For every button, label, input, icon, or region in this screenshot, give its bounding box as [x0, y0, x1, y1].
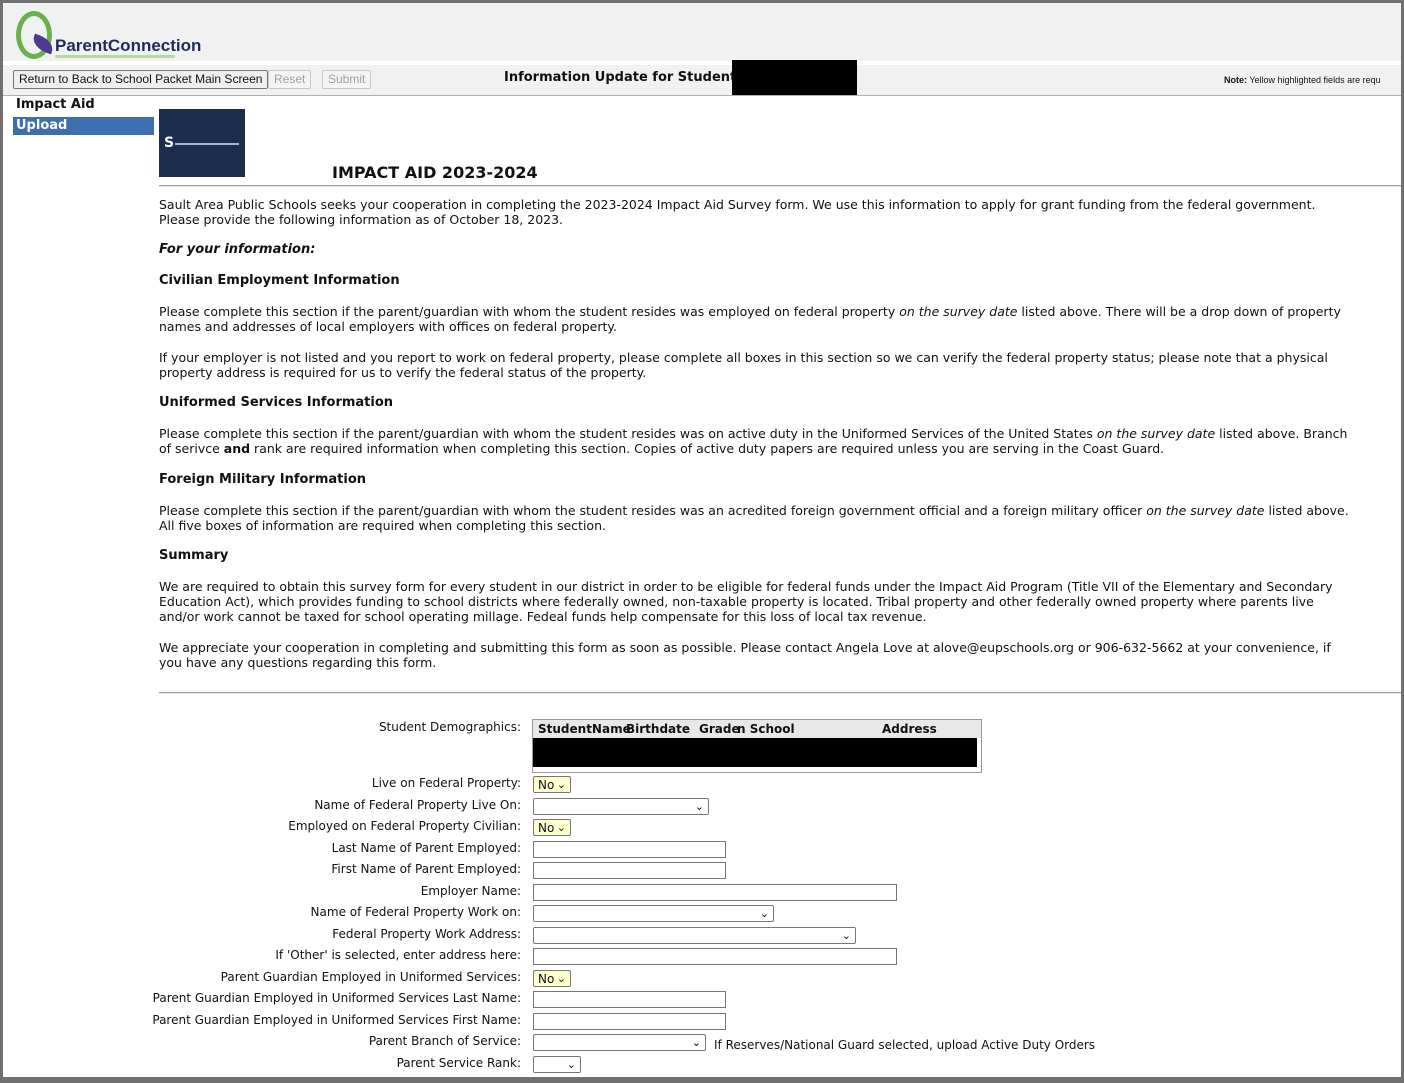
- parent-first-name-label: First Name of Parent Employed:: [331, 862, 521, 876]
- property-live-on-label: Name of Federal Property Live On:: [314, 798, 521, 812]
- property-live-on-select[interactable]: ⌄: [533, 798, 709, 815]
- demographics-header: StudentName Birthdate Grade n School Add…: [533, 720, 981, 738]
- browser-frame: ParentConnection Return to Back to Schoo…: [0, 0, 1404, 1083]
- chevron-down-icon: ⌄: [556, 821, 566, 834]
- submit-button[interactable]: Submit: [322, 70, 372, 89]
- school-logo-icon: S: [164, 135, 175, 151]
- uniformed-last-name-label: Parent Guardian Employed in Uniformed Se…: [152, 991, 521, 1005]
- civilian-paragraph-1: Please complete this section if the pare…: [159, 304, 1341, 334]
- sidebar-item-impact-aid[interactable]: Impact Aid: [13, 96, 154, 114]
- note-text: Yellow highlighted fields are requ: [1247, 75, 1381, 85]
- live-federal-select[interactable]: No ⌄: [533, 776, 571, 793]
- parent-first-name-input[interactable]: [533, 862, 726, 879]
- work-address-select[interactable]: ⌄: [533, 927, 856, 944]
- foreign-paragraph: Please complete this section if the pare…: [159, 503, 1349, 533]
- col-birthdate: Birthdate: [626, 722, 691, 736]
- work-address-label: Federal Property Work Address:: [332, 927, 521, 941]
- for-info-heading: For your information:: [159, 242, 315, 257]
- branch-of-service-select[interactable]: ⌄: [533, 1034, 706, 1051]
- summary-heading: Summary: [159, 548, 229, 563]
- employer-name-input[interactable]: [533, 884, 897, 901]
- note-label: Note:: [1224, 75, 1247, 85]
- chevron-down-icon: ⌄: [694, 800, 704, 813]
- chevron-down-icon: ⌄: [759, 907, 769, 920]
- live-federal-label: Live on Federal Property:: [371, 776, 521, 790]
- other-address-input[interactable]: [533, 948, 897, 965]
- demographics-table: StudentName Birthdate Grade n School Add…: [532, 719, 982, 773]
- uniformed-first-name-label: Parent Guardian Employed in Uniformed Se…: [152, 1013, 521, 1027]
- chevron-down-icon: ⌄: [556, 972, 566, 985]
- chevron-down-icon: ⌄: [566, 1058, 576, 1071]
- divider: [159, 185, 1401, 187]
- impact-aid-heading: IMPACT AID 2023-2024: [332, 163, 538, 182]
- service-rank-select[interactable]: ⌄: [533, 1056, 581, 1073]
- demographics-label: Student Demographics:: [378, 720, 521, 734]
- uniformed-heading: Uniformed Services Information: [159, 395, 394, 410]
- app-logo-text: ParentConnection: [55, 36, 202, 55]
- col-studentname: StudentName: [538, 722, 631, 736]
- toolbar: Return to Back to School Packet Main Scr…: [3, 60, 1401, 96]
- parent-last-name-input[interactable]: [533, 841, 726, 858]
- branch-hint: If Reserves/National Guard selected, upl…: [714, 1038, 1096, 1052]
- foreign-heading: Foreign Military Information: [159, 472, 367, 487]
- col-school: n School: [737, 722, 795, 736]
- property-work-on-select[interactable]: ⌄: [533, 905, 774, 922]
- col-grade: Grade: [699, 722, 740, 736]
- uniformed-employed-select[interactable]: No ⌄: [533, 970, 571, 987]
- summary-paragraph-1: We are required to obtain this survey fo…: [159, 579, 1333, 624]
- redacted-student-name: [732, 60, 857, 95]
- uniformed-paragraph: Please complete this section if the pare…: [159, 426, 1348, 456]
- chevron-down-icon: ⌄: [691, 1036, 701, 1049]
- property-work-on-label: Name of Federal Property Work on:: [310, 905, 521, 919]
- employed-civilian-select[interactable]: No ⌄: [533, 819, 571, 836]
- intro-text: Sault Area Public Schools seeks your coo…: [159, 197, 1316, 227]
- branch-of-service-label: Parent Branch of Service:: [368, 1034, 521, 1048]
- reset-button[interactable]: Reset: [268, 70, 312, 89]
- for-info-text: For your information:: [159, 242, 316, 257]
- service-rank-label: Parent Service Rank:: [396, 1056, 521, 1070]
- other-address-label: If 'Other' is selected, enter address he…: [275, 948, 521, 962]
- school-logo: S: [159, 109, 245, 177]
- employed-civilian-label: Employed on Federal Property Civilian:: [288, 819, 521, 833]
- chevron-down-icon: ⌄: [556, 778, 566, 791]
- return-to-main-button[interactable]: Return to Back to School Packet Main Scr…: [13, 70, 269, 89]
- civilian-paragraph-2: If your employer is not listed and you r…: [159, 350, 1328, 380]
- page-title: Information Update for Student: [504, 70, 737, 85]
- app-header: ParentConnection: [3, 3, 1401, 61]
- summary-paragraph-2: We appreciate your cooperation in comple…: [159, 640, 1331, 670]
- redacted-demographics-row: [533, 738, 977, 767]
- parent-last-name-label: Last Name of Parent Employed:: [331, 841, 521, 855]
- required-note: Note: Yellow highlighted fields are requ: [1224, 75, 1381, 85]
- employer-name-label: Employer Name:: [420, 884, 521, 898]
- sidebar-item-upload-documents[interactable]: Upload Documents: [13, 117, 154, 151]
- divider: [159, 692, 1401, 694]
- chevron-down-icon: ⌄: [841, 929, 851, 942]
- uniformed-last-name-input[interactable]: [533, 991, 726, 1008]
- col-address: Address: [882, 722, 937, 736]
- uniformed-employed-label: Parent Guardian Employed in Uniformed Se…: [220, 970, 521, 984]
- civilian-heading: Civilian Employment Information: [159, 273, 400, 288]
- uniformed-first-name-input[interactable]: [533, 1013, 726, 1030]
- logo-swoosh: [55, 55, 175, 58]
